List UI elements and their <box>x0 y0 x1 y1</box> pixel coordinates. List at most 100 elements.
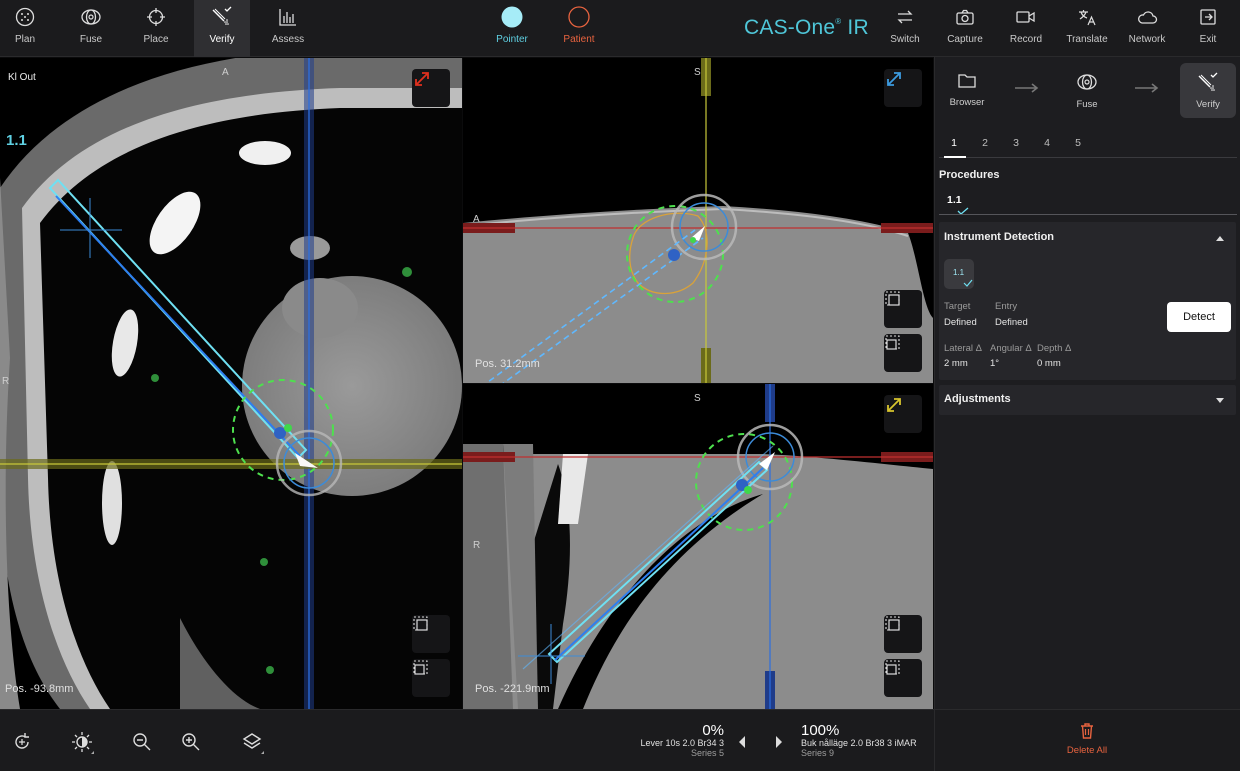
sagittal-overlay-button[interactable] <box>884 659 922 697</box>
next-series-button[interactable] <box>765 728 793 756</box>
tab-5[interactable]: 5 <box>1068 137 1088 149</box>
delete-all-button[interactable]: Delete All <box>1055 722 1119 762</box>
record-button[interactable]: Record <box>995 0 1057 57</box>
tab-indicator <box>944 156 966 158</box>
series-left-name: Lever 10s 2.0 Br34 3 <box>640 738 724 748</box>
tool-place-button[interactable]: Place <box>125 0 187 57</box>
procedure-item-label: 1.1 <box>947 194 962 206</box>
zoom-in-button[interactable] <box>177 728 205 756</box>
tab-4[interactable]: 4 <box>1037 137 1057 149</box>
axial-overlay-button[interactable] <box>412 659 450 697</box>
coronal-orientation-left: A <box>473 214 480 225</box>
series-left-number: Series 5 <box>690 748 724 758</box>
detect-button[interactable]: Detect <box>1167 302 1231 332</box>
frame-overlay-icon <box>885 335 900 350</box>
chevron-down-icon[interactable] <box>1215 397 1225 405</box>
cloud-icon <box>1136 6 1158 28</box>
expand-icon <box>887 398 901 412</box>
frame-select-icon <box>413 616 428 631</box>
axial-viewport[interactable]: A R Kl Out 1.1 Pos. -93.8mm <box>0 58 462 709</box>
brightness-button[interactable] <box>68 728 96 756</box>
cas-one-app: Plan Fuse Place Verify Assess Pointer Pa… <box>0 0 1240 771</box>
sagittal-layout-button[interactable] <box>884 615 922 653</box>
coronal-ct-image <box>463 58 933 383</box>
frame-overlay-icon <box>885 660 900 675</box>
tab-1[interactable]: 1 <box>944 137 964 149</box>
top-toolbar: Plan Fuse Place Verify Assess Pointer Pa… <box>0 0 1240 57</box>
collapse-chevron-up-icon[interactable] <box>1215 234 1225 242</box>
frame-select-icon <box>885 616 900 631</box>
instrument-chip[interactable]: 1.1 <box>944 259 974 289</box>
angular-delta-value: 1° <box>990 358 1000 369</box>
patient-label: Patient <box>563 34 595 45</box>
instrument-chip-label: 1.1 <box>953 268 965 277</box>
tool-assess-button[interactable]: Assess <box>257 0 319 57</box>
delete-all-label: Delete All <box>1066 745 1108 756</box>
tool-assess-label: Assess <box>271 34 305 45</box>
axial-layout-button[interactable] <box>412 615 450 653</box>
coronal-expand-button[interactable] <box>884 69 922 107</box>
frame-select-icon <box>885 291 900 306</box>
workflow-fuse-label: Fuse <box>1076 99 1098 110</box>
tool-place-label: Place <box>143 34 169 45</box>
tool-fuse-button[interactable]: Fuse <box>60 0 122 57</box>
axial-position-readout: Pos. -93.8mm <box>5 683 74 695</box>
workflow-verify-label: Verify <box>1196 99 1220 110</box>
axial-expand-button[interactable] <box>412 69 450 107</box>
sagittal-expand-button[interactable] <box>884 395 922 433</box>
workflow-fuse-step[interactable]: Fuse <box>1059 63 1115 118</box>
tab-2[interactable]: 2 <box>975 137 995 149</box>
tool-verify-button[interactable]: Verify <box>194 0 250 57</box>
switch-icon <box>894 6 916 28</box>
capture-button[interactable]: Capture <box>934 0 996 57</box>
pointer-status-button[interactable]: Pointer <box>481 0 543 57</box>
expand-icon <box>415 72 429 86</box>
brand-logo: CAS-One® IR <box>744 16 869 39</box>
translate-button[interactable]: Translate <box>1056 0 1118 57</box>
workflow-verify-step[interactable]: Verify <box>1180 63 1236 118</box>
assess-chart-icon <box>277 6 299 28</box>
axial-orientation-left: R <box>2 376 10 387</box>
brand-name: CAS-One <box>744 16 836 39</box>
depth-delta-label: Depth Δ <box>1037 343 1072 354</box>
tool-plan-button[interactable]: Plan <box>0 0 56 57</box>
tab-divider <box>939 157 1237 158</box>
switch-button[interactable]: Switch <box>874 0 936 57</box>
procedures-divider <box>939 214 1237 215</box>
sagittal-viewport[interactable]: S R Pos. -221.9mm <box>463 384 933 709</box>
check-icon <box>963 279 973 287</box>
patient-status-icon <box>568 6 590 28</box>
sagittal-position-readout: Pos. -221.9mm <box>475 683 550 695</box>
camera-icon <box>954 6 976 28</box>
tool-verify-label: Verify <box>209 34 235 45</box>
coronal-layout-button[interactable] <box>884 290 922 328</box>
series-right-percent: 100% <box>801 722 840 739</box>
exit-icon <box>1197 6 1219 28</box>
patient-status-button[interactable]: Patient <box>548 0 610 57</box>
entry-label: Entry <box>995 301 1018 312</box>
plan-icon <box>14 6 36 28</box>
coronal-orientation-top: S <box>694 67 701 78</box>
adjustments-title: Adjustments <box>944 393 1011 405</box>
coronal-viewport[interactable]: S A Pos. 31.2mm <box>463 58 933 383</box>
procedure-item-1-1[interactable]: 1.1 <box>947 194 969 215</box>
zoom-out-button[interactable] <box>128 728 156 756</box>
coronal-position-readout: Pos. 31.2mm <box>475 358 540 370</box>
sagittal-orientation-top: S <box>694 393 701 404</box>
chevron-left-icon <box>739 736 745 748</box>
sagittal-orientation-left: R <box>473 540 481 551</box>
reset-view-button[interactable] <box>8 728 36 756</box>
coronal-overlay-button[interactable] <box>884 334 922 372</box>
exit-button[interactable]: Exit <box>1177 0 1239 57</box>
place-crosshair-icon <box>145 6 167 28</box>
tab-3[interactable]: 3 <box>1006 137 1026 149</box>
layers-button[interactable] <box>238 728 266 756</box>
zoom-in-icon <box>182 733 200 751</box>
network-button[interactable]: Network <box>1116 0 1178 57</box>
workflow-browser-step[interactable]: Browser <box>939 63 995 118</box>
tool-fuse-label: Fuse <box>79 34 103 45</box>
bottom-toolbar: 0% Lever 10s 2.0 Br34 3 Series 5 100% Bu… <box>0 709 934 771</box>
translate-icon <box>1076 6 1098 28</box>
previous-series-button[interactable] <box>728 728 756 756</box>
workflow-arrow-icon <box>1015 83 1039 93</box>
